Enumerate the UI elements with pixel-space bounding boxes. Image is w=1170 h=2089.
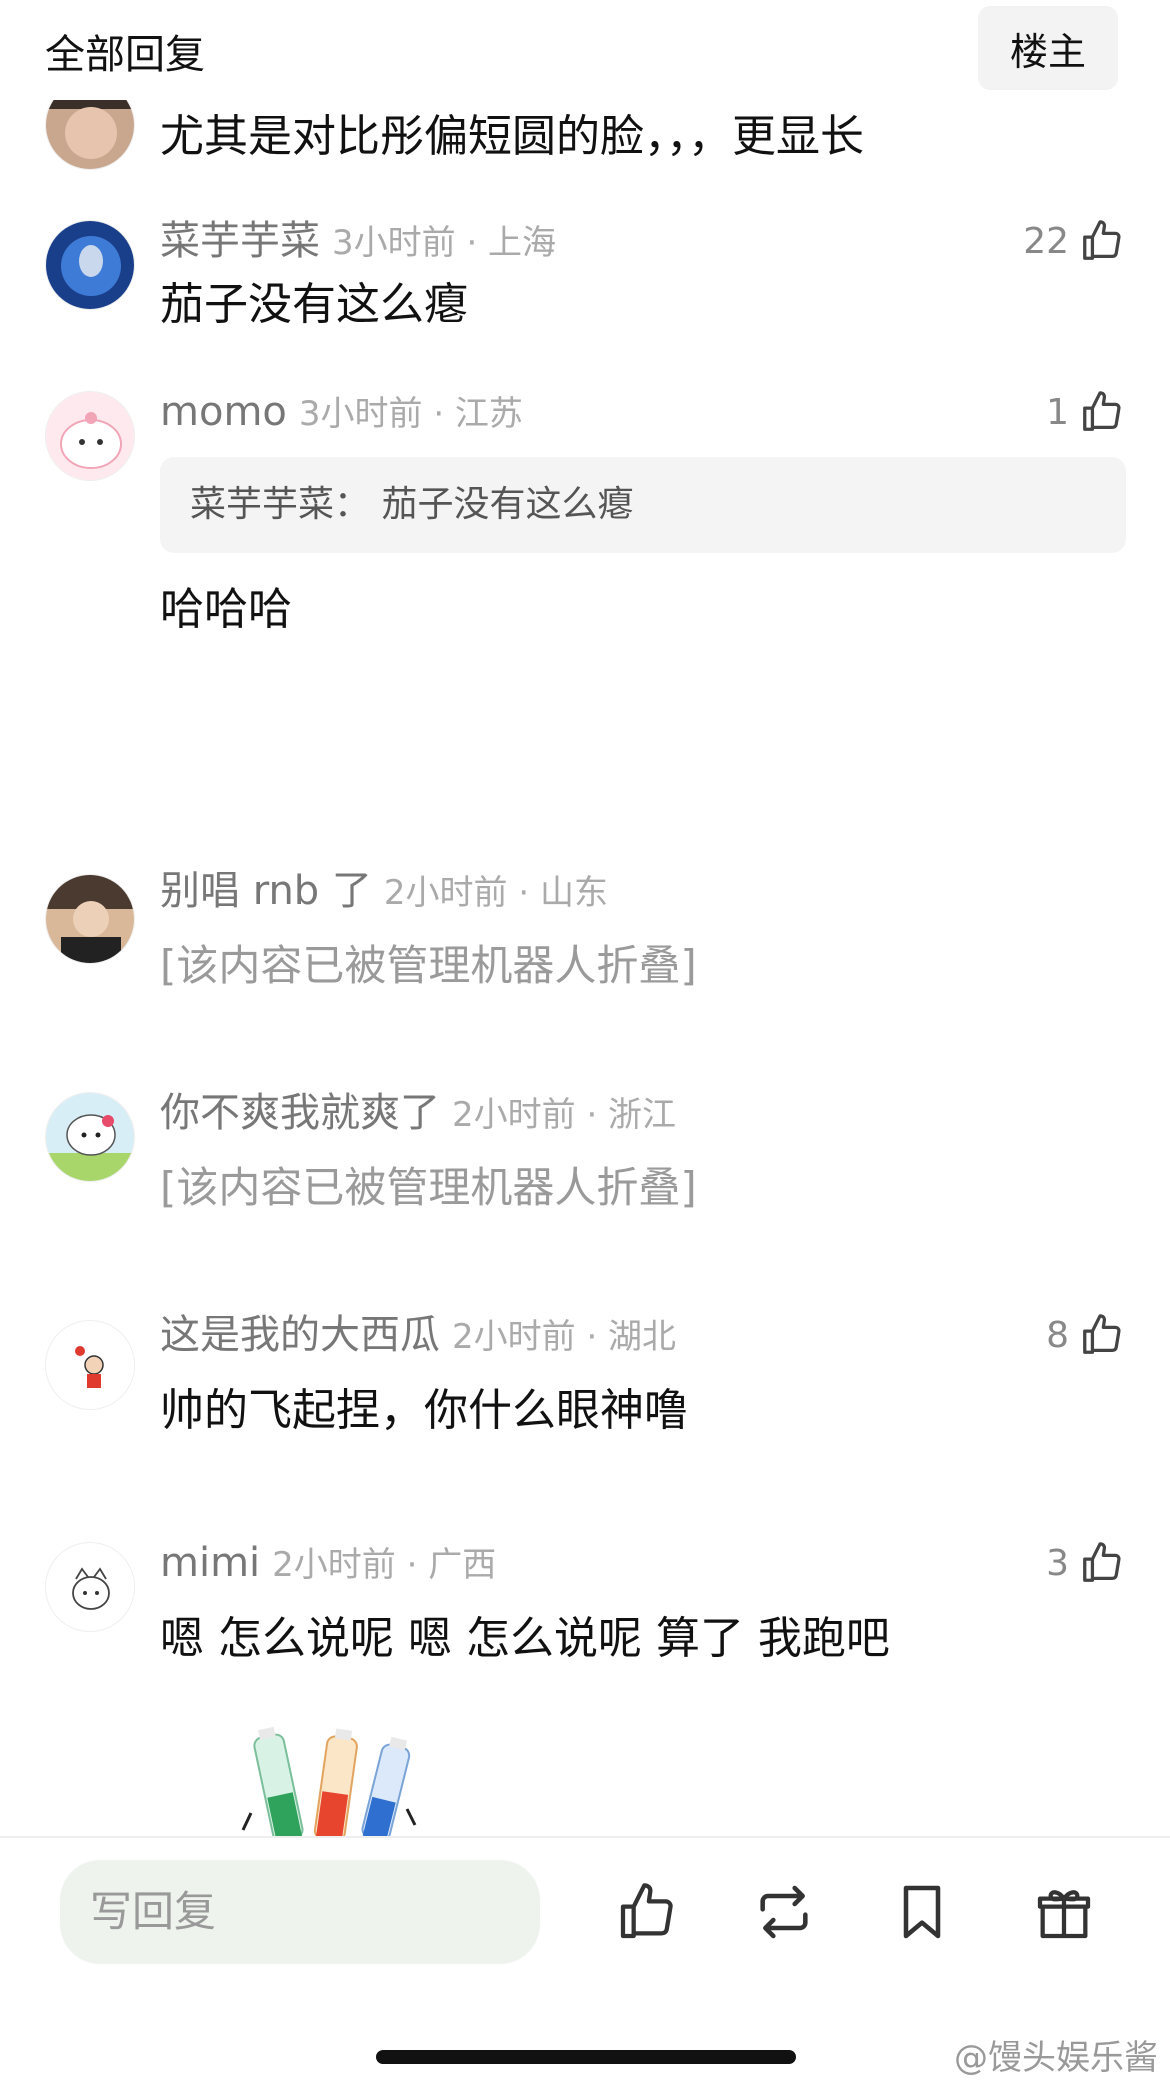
username[interactable]: 别唱 rnb 了 [160,868,372,914]
comment-meta: 菜芋芋菜 3小时前 · 上海 [160,212,556,272]
thumbs-up-icon [1083,220,1121,260]
comment-meta: mimi 2小时前 · 广西 [160,1534,496,1594]
timestamp-location: 2小时前 · 广西 [272,1545,497,1585]
quoted-reply[interactable]: 菜芋芋菜： 茄子没有这么瘪 [160,457,1126,553]
timestamp-location: 3小时前 · 上海 [332,223,557,263]
like-count: 3 [1046,1542,1069,1584]
owner-filter-button[interactable]: 楼主 [978,6,1118,90]
like-button[interactable]: 3 [1046,1534,1125,1592]
comment-text: 茄子没有这么瘪 [160,279,468,330]
folded-content-notice[interactable]: [该内容已被管理机器人折叠] [160,932,697,993]
avatar[interactable] [45,1092,135,1182]
comment-meta: 这是我的大西瓜 2小时前 · 湖北 [160,1306,676,1366]
watermark: @馒头娱乐酱 [954,2038,1158,2078]
folded-content-notice[interactable]: [该内容已被管理机器人折叠] [160,1154,697,1215]
thumbs-up-icon [1083,391,1121,431]
username[interactable]: momo [160,389,287,435]
like-button[interactable]: 22 [1023,212,1125,270]
avatar[interactable] [45,874,135,964]
username[interactable]: 菜芋芋菜 [160,218,320,264]
like-count: 8 [1046,1314,1069,1356]
thumbs-up-icon [1083,1542,1121,1582]
comment-feed[interactable]: 尤其是对比彤偏短圆的脸，，，更显长 菜芋芋菜 3小时前 · 上海 22 茄子没有这… [0,0,1170,1836]
header-bar: 全部回复 楼主 [0,0,1170,100]
comment-text: 尤其是对比彤偏短圆的脸，，，更显长 [160,111,864,162]
comment-text: 哈哈哈 [160,584,292,635]
like-count: 1 [1046,391,1069,433]
comment-meta: 别唱 rnb 了 2小时前 · 山东 [160,862,608,922]
like-icon[interactable] [615,1880,679,1944]
reply-input[interactable]: 写回复 [60,1860,540,1964]
avatar[interactable] [45,220,135,310]
home-indicator[interactable] [376,2050,796,2064]
avatar[interactable] [45,1320,135,1410]
username[interactable]: mimi [160,1540,260,1586]
avatar[interactable] [45,391,135,481]
username[interactable]: 这是我的大西瓜 [160,1312,440,1358]
page-title: 全部回复 [45,32,205,78]
username[interactable]: 你不爽我就爽了 [160,1090,440,1136]
comment-text: 嗯 怎么说呢 嗯 怎么说呢 算了 我跑吧 [160,1613,890,1664]
sticker-image[interactable] [235,1725,425,1836]
comment-meta: momo 3小时前 · 江苏 [160,383,523,443]
like-button[interactable]: 8 [1046,1306,1125,1364]
like-button[interactable]: 1 [1046,383,1125,441]
timestamp-location: 2小时前 · 浙江 [452,1095,677,1135]
timestamp-location: 2小时前 · 湖北 [452,1317,677,1357]
thumbs-up-icon [1083,1314,1121,1354]
avatar[interactable] [45,1542,135,1632]
repost-icon[interactable] [752,1880,816,1944]
gift-icon[interactable] [1032,1880,1096,1944]
timestamp-location: 3小时前 · 江苏 [298,394,523,434]
bookmark-icon[interactable] [890,1880,954,1944]
comment-meta: 你不爽我就爽了 2小时前 · 浙江 [160,1084,676,1144]
timestamp-location: 2小时前 · 山东 [383,873,608,913]
like-count: 22 [1023,220,1069,262]
comment-text: 帅的飞起捏，你什么眼神噜 [160,1385,688,1436]
